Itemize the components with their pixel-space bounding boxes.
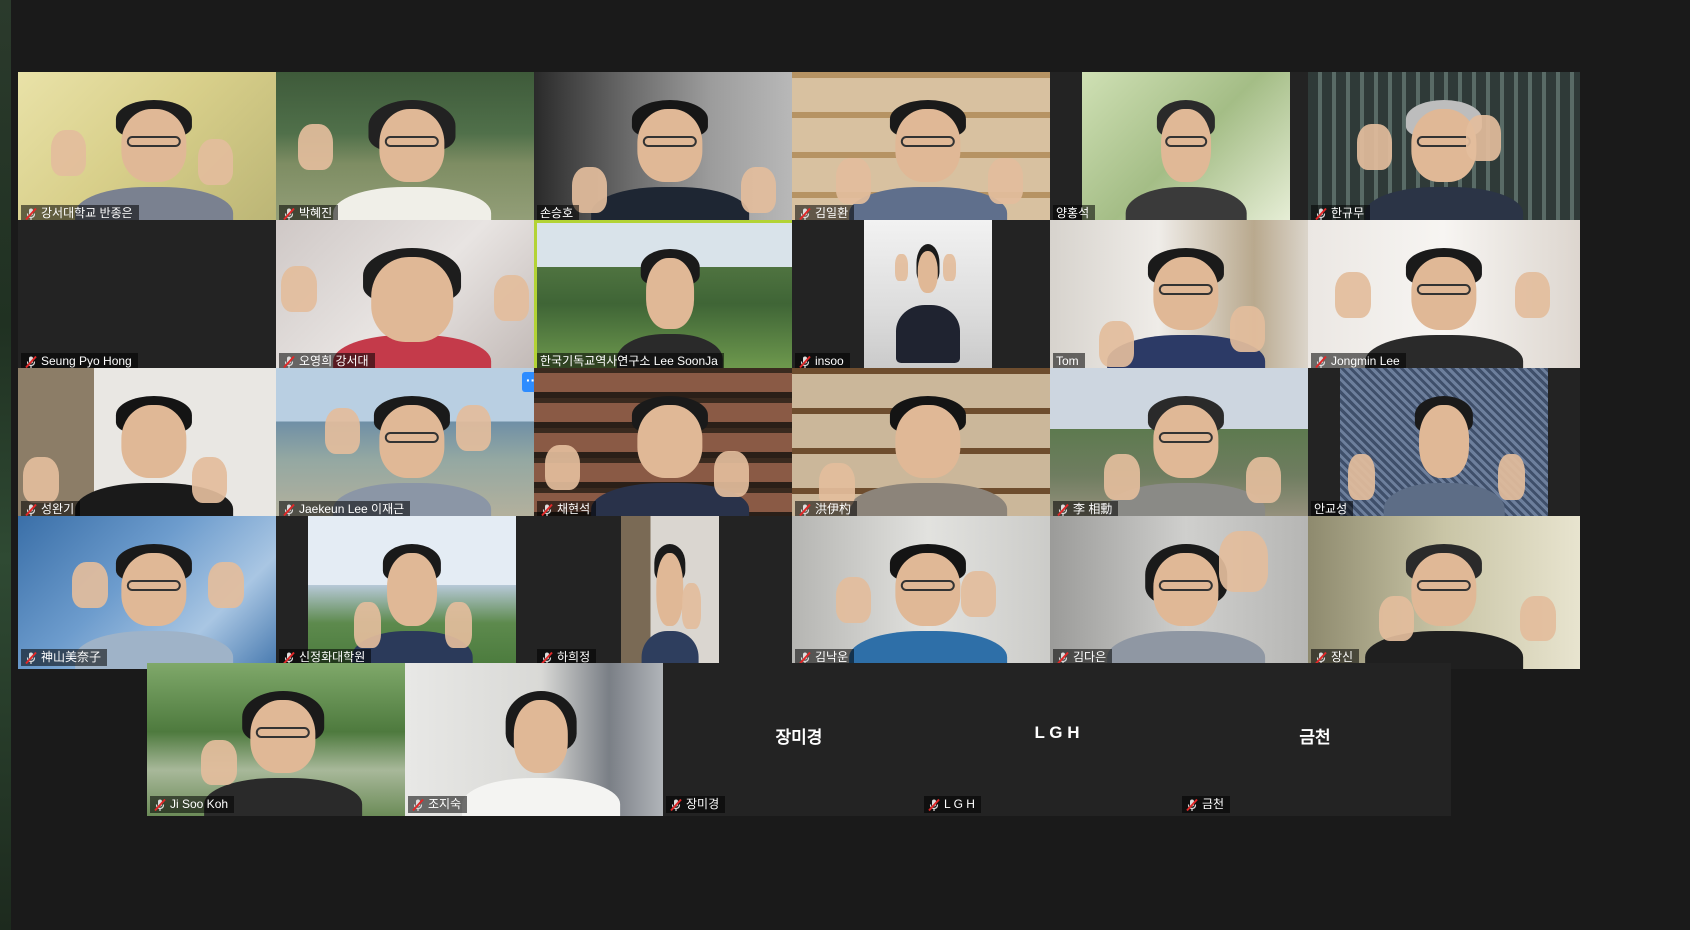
mic-muted-icon bbox=[927, 798, 941, 812]
participant-tile[interactable]: 神山美奈子 bbox=[18, 516, 290, 669]
mic-muted-icon bbox=[153, 798, 167, 812]
participant-name: 조지숙 bbox=[428, 797, 462, 811]
participant-video bbox=[1308, 516, 1580, 669]
mic-muted-icon bbox=[24, 503, 38, 517]
participant-video bbox=[537, 223, 803, 370]
mic-muted-icon bbox=[669, 798, 683, 812]
participant-video bbox=[18, 516, 290, 669]
mic-muted-icon bbox=[1056, 503, 1070, 517]
participant-name-label: 조지숙 bbox=[408, 796, 468, 813]
participant-tile-no-video[interactable]: L G H L G H bbox=[921, 663, 1193, 816]
participant-tile[interactable]: 洪伊杓 bbox=[792, 368, 1064, 521]
participant-tile[interactable]: 한규무 bbox=[1308, 72, 1580, 225]
participant-video bbox=[1308, 72, 1580, 225]
participant-tile[interactable]: 하희정 bbox=[534, 516, 806, 669]
participant-tile[interactable]: 오영희 강서대 bbox=[276, 220, 548, 373]
participant-display-name: L G H bbox=[1034, 723, 1080, 742]
participant-name-label: L G H bbox=[924, 796, 981, 813]
participant-tile[interactable]: 양홍석 bbox=[1050, 72, 1322, 225]
participant-video bbox=[621, 516, 719, 669]
participant-video bbox=[792, 516, 1064, 669]
participant-display-name: 장미경 bbox=[775, 728, 823, 747]
participant-video bbox=[147, 663, 419, 816]
participant-tile[interactable]: 손승호 bbox=[534, 72, 806, 225]
participant-tile-no-video[interactable]: 금천 금천 bbox=[1179, 663, 1451, 816]
participant-tile[interactable]: 김낙운 bbox=[792, 516, 1064, 669]
participant-name: 장미경 bbox=[686, 797, 720, 811]
mic-muted-icon bbox=[282, 355, 296, 369]
participant-video bbox=[276, 368, 548, 521]
participant-tile[interactable]: 강서대학교 반종은 bbox=[18, 72, 290, 225]
participant-video bbox=[792, 72, 1064, 225]
participant-tile[interactable]: Ji Soo Koh bbox=[147, 663, 419, 816]
participant-video bbox=[276, 72, 548, 225]
participant-video bbox=[1050, 368, 1322, 521]
participant-name: 神山美奈子 bbox=[41, 650, 102, 664]
participant-video bbox=[276, 220, 548, 373]
participant-tile[interactable]: 김다은 bbox=[1050, 516, 1322, 669]
participant-tile[interactable]: ··· Jaekeun Lee 이재근 bbox=[276, 368, 548, 521]
participant-video bbox=[308, 516, 516, 669]
participant-video bbox=[1050, 220, 1322, 373]
participant-name: 금천 bbox=[1202, 797, 1225, 811]
participant-video bbox=[1308, 220, 1580, 373]
participant-video bbox=[864, 220, 992, 373]
mic-muted-icon bbox=[798, 207, 812, 221]
participant-tile[interactable]: insoo bbox=[792, 220, 1064, 373]
mic-muted-icon bbox=[24, 651, 38, 665]
participant-tile[interactable]: 조지숙 bbox=[405, 663, 677, 816]
participant-name-label: Ji Soo Koh bbox=[150, 796, 235, 813]
participant-video bbox=[1340, 368, 1548, 521]
participant-tile[interactable]: Seung Pyo Hong bbox=[18, 220, 290, 373]
participant-tile-no-video[interactable]: 장미경 장미경 bbox=[663, 663, 935, 816]
participant-name-label: 금천 bbox=[1182, 796, 1231, 813]
mic-muted-icon bbox=[798, 503, 812, 517]
participant-tile[interactable]: 신정화대학원 bbox=[276, 516, 548, 669]
participant-tile[interactable]: Jongmin Lee bbox=[1308, 220, 1580, 373]
participant-video bbox=[405, 663, 677, 816]
mic-muted-icon bbox=[540, 503, 554, 517]
participant-tile[interactable]: 장신 bbox=[1308, 516, 1580, 669]
participant-tile[interactable]: 안교성 bbox=[1308, 368, 1580, 521]
participant-name: L G H bbox=[944, 797, 975, 811]
participant-tile[interactable]: 성완기 bbox=[18, 368, 290, 521]
gallery-view: 강서대학교 반종은 박혜진 손승호 김일환 양홍석 한규무 Seung Pyo … bbox=[0, 0, 1690, 930]
participant-video bbox=[1082, 72, 1290, 225]
participant-tile[interactable]: 김일환 bbox=[792, 72, 1064, 225]
participant-video bbox=[534, 72, 806, 225]
participant-video bbox=[534, 368, 806, 521]
mic-muted-icon bbox=[24, 207, 38, 221]
participant-tile[interactable]: 박혜진 bbox=[276, 72, 548, 225]
mic-muted-icon bbox=[24, 355, 38, 369]
participant-name-label: 神山美奈子 bbox=[21, 649, 108, 666]
participant-tile[interactable]: Tom bbox=[1050, 220, 1322, 373]
participant-name: Ji Soo Koh bbox=[170, 797, 229, 811]
mic-muted-icon bbox=[282, 207, 296, 221]
mic-muted-icon bbox=[282, 503, 296, 517]
mic-muted-icon bbox=[1314, 207, 1328, 221]
participant-tile-active-speaker[interactable]: 한국기독교역사연구소 Lee SoonJa bbox=[534, 220, 806, 373]
participant-video bbox=[1050, 516, 1322, 669]
participant-video bbox=[792, 368, 1064, 521]
participant-video bbox=[18, 72, 290, 225]
mic-muted-icon bbox=[411, 798, 425, 812]
mic-muted-icon bbox=[798, 355, 812, 369]
participant-display-name: 금천 bbox=[1299, 728, 1331, 747]
mic-muted-icon bbox=[1185, 798, 1199, 812]
participant-name-label: 장미경 bbox=[666, 796, 726, 813]
mic-muted-icon bbox=[1314, 355, 1328, 369]
participant-tile[interactable]: 李 相勳 bbox=[1050, 368, 1322, 521]
participant-tile[interactable]: 채현석 bbox=[534, 368, 806, 521]
participant-video bbox=[18, 368, 290, 521]
